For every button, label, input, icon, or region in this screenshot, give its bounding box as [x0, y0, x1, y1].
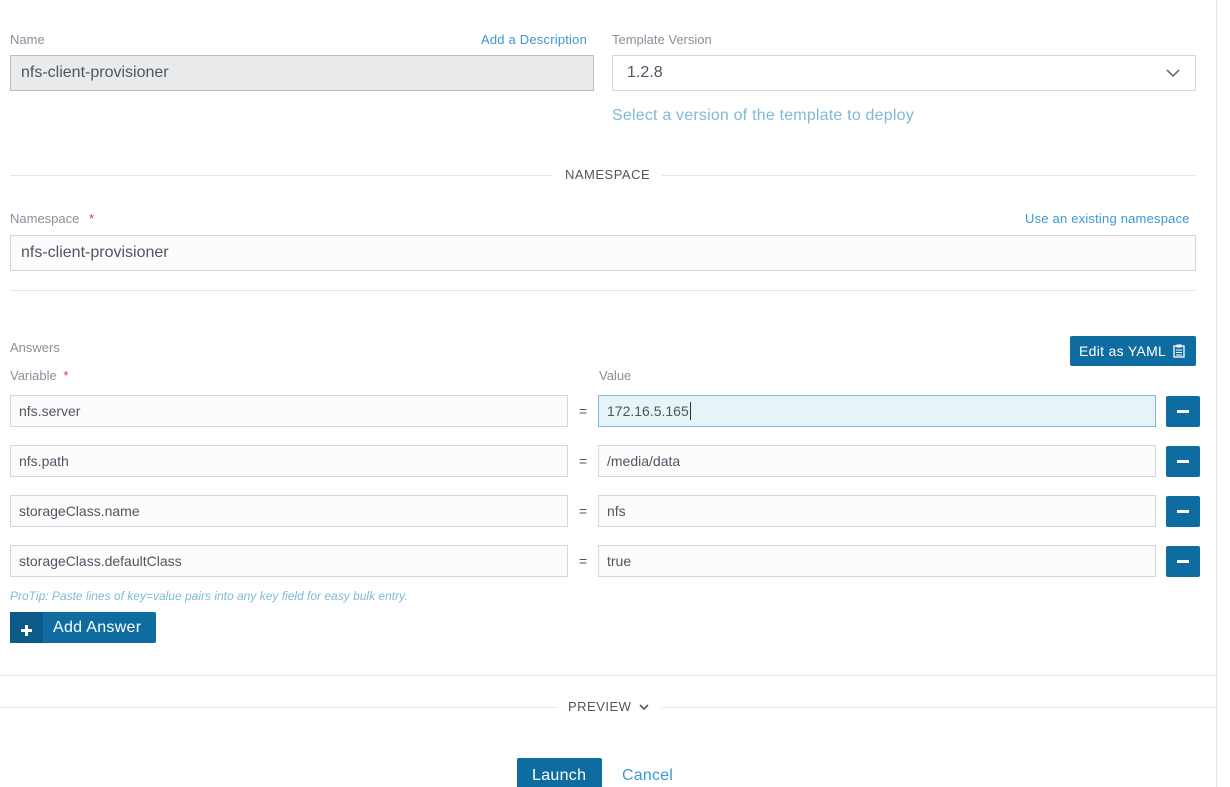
plus-icon	[10, 612, 43, 643]
answer-key-value: storageClass.name	[19, 503, 140, 519]
minus-icon	[1177, 510, 1189, 513]
preview-label: PREVIEW	[568, 699, 632, 714]
launch-label: Launch	[532, 767, 587, 784]
answer-key-value: nfs.path	[19, 453, 69, 469]
answer-value-input[interactable]: /media/data	[598, 445, 1156, 477]
name-input-value: nfs-client-provisioner	[21, 64, 169, 81]
namespace-label: Namespace *	[10, 211, 94, 226]
required-mark: *	[63, 368, 69, 383]
preview-top-divider	[0, 675, 1216, 676]
name-input[interactable]: nfs-client-provisioner	[10, 55, 594, 91]
remove-answer-button[interactable]	[1166, 446, 1200, 477]
remove-answer-button[interactable]	[1166, 546, 1200, 577]
launch-button[interactable]: Launch	[517, 758, 602, 787]
cancel-link[interactable]: Cancel	[622, 767, 673, 785]
answer-key-input[interactable]: nfs.path	[10, 445, 568, 477]
text-cursor	[689, 402, 691, 420]
add-answer-button[interactable]: Add Answer	[10, 612, 156, 643]
edit-as-yaml-label: Edit as YAML	[1079, 343, 1167, 359]
add-description-link[interactable]: Add a Description	[481, 32, 587, 47]
required-mark: *	[89, 211, 95, 226]
namespace-bottom-divider	[10, 290, 1196, 291]
equals-sign: =	[579, 403, 588, 419]
clipboard-icon	[1173, 344, 1185, 361]
chevron-down-icon	[639, 700, 649, 715]
answer-key-value: storageClass.defaultClass	[19, 553, 182, 569]
answer-value-value: /media/data	[607, 453, 681, 469]
answer-key-input[interactable]: storageClass.defaultClass	[10, 545, 568, 577]
answer-value-value: true	[607, 553, 632, 569]
page-right-border	[1216, 0, 1217, 787]
edit-as-yaml-button[interactable]: Edit as YAML	[1070, 336, 1196, 366]
answer-value-input[interactable]: nfs	[598, 495, 1156, 527]
add-answer-label: Add Answer	[53, 619, 142, 636]
namespace-input-value: nfs-client-provisioner	[21, 244, 169, 261]
namespace-label-text: Namespace	[10, 211, 80, 226]
minus-icon	[1177, 410, 1189, 413]
answer-value-value: nfs	[607, 503, 626, 519]
answer-key-value: nfs.server	[19, 403, 81, 419]
equals-sign: =	[579, 503, 588, 519]
template-version-selected: 1.2.8	[627, 64, 663, 81]
minus-icon	[1177, 560, 1189, 563]
answer-value-value: 172.16.5.165	[607, 403, 689, 419]
name-label: Name	[10, 32, 45, 47]
value-column-label: Value	[599, 368, 632, 383]
answer-key-input[interactable]: nfs.server	[10, 395, 568, 427]
template-version-help: Select a version of the template to depl…	[612, 107, 914, 124]
protip-text: ProTip: Paste lines of key=value pairs i…	[10, 589, 408, 603]
remove-answer-button[interactable]	[1166, 496, 1200, 527]
answer-value-input[interactable]: true	[598, 545, 1156, 577]
template-version-select[interactable]: 1.2.8	[612, 55, 1196, 91]
answers-title: Answers	[10, 340, 60, 355]
preview-toggle[interactable]: PREVIEW	[556, 699, 661, 716]
namespace-input[interactable]: nfs-client-provisioner	[10, 235, 1196, 271]
template-version-label: Template Version	[612, 32, 712, 47]
minus-icon	[1177, 460, 1189, 463]
equals-sign: =	[579, 553, 588, 569]
variable-label-text: Variable	[10, 368, 57, 383]
chevron-down-icon	[1165, 65, 1181, 86]
answer-value-input[interactable]: 172.16.5.165	[598, 395, 1156, 427]
remove-answer-button[interactable]	[1166, 396, 1200, 427]
namespace-section-title: NAMESPACE	[553, 167, 663, 182]
variable-column-label: Variable *	[10, 368, 68, 383]
answer-key-input[interactable]: storageClass.name	[10, 495, 568, 527]
use-existing-namespace-link[interactable]: Use an existing namespace	[1025, 211, 1190, 226]
equals-sign: =	[579, 453, 588, 469]
